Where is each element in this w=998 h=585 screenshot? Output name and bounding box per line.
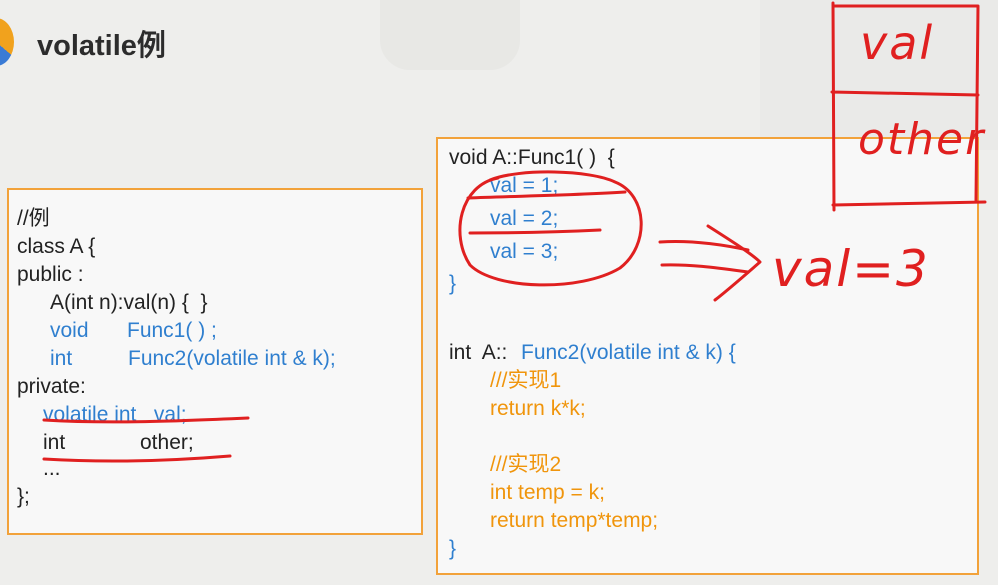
background-decoration xyxy=(380,0,520,70)
code-line: Func1( ) ; xyxy=(127,319,217,342)
code-line: }; xyxy=(17,485,30,508)
code-line: val = 3; xyxy=(490,240,559,263)
code-line: Func2(volatile int & k) { xyxy=(521,341,736,364)
code-line: } xyxy=(449,272,457,295)
code-line: } xyxy=(449,537,457,560)
code-line: //例 xyxy=(17,207,50,230)
code-line: class A { xyxy=(17,235,96,258)
code-line: other; xyxy=(140,431,194,454)
code-line: int xyxy=(50,347,73,370)
code-line: val = 1; xyxy=(490,174,559,197)
memory-cell-label: other xyxy=(858,114,986,165)
code-line: volatile int val; xyxy=(43,403,187,426)
result-note: val=3 xyxy=(772,240,930,298)
slide-title: volatile例 xyxy=(37,30,166,62)
code-line: void xyxy=(50,319,89,342)
code-line: int xyxy=(43,431,66,454)
code-line: Func2(volatile int & k); xyxy=(128,347,336,370)
code-line: ... xyxy=(43,457,61,480)
code-line: private: xyxy=(17,375,86,398)
code-line: public : xyxy=(17,263,84,286)
code-line: int temp = k; xyxy=(490,481,605,504)
code-comment: ///实现1 xyxy=(490,369,562,392)
code-line: void A::Func1( ) { xyxy=(449,146,615,169)
memory-cell-label: val xyxy=(860,16,935,70)
code-line: int A:: xyxy=(449,341,508,364)
code-line: return temp*temp; xyxy=(490,509,659,532)
code-line: val = 2; xyxy=(490,207,559,230)
code-comment: ///实现2 xyxy=(490,453,562,476)
logo-icon xyxy=(0,18,14,66)
code-line: return k*k; xyxy=(490,397,586,420)
code-line: A(int n):val(n) { } xyxy=(50,291,208,314)
